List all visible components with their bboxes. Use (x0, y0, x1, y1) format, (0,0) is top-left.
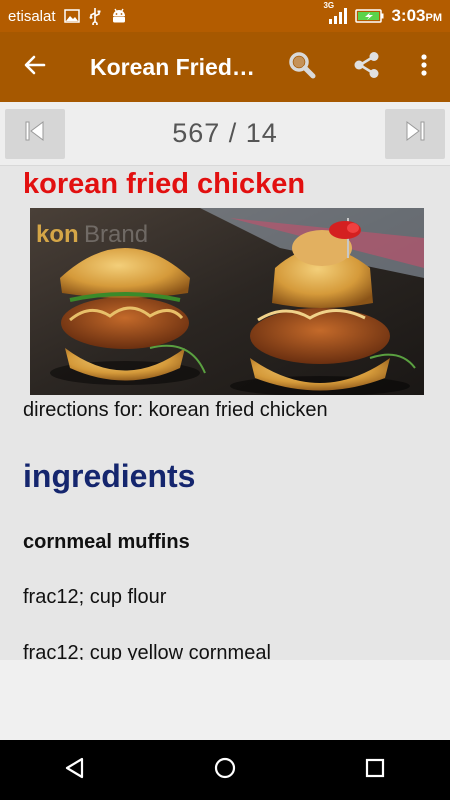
carrier-label: etisalat (8, 7, 56, 25)
ingredient-item: frac12; cup flour (23, 586, 167, 608)
screen: etisalat 3G 3:03PM Korean Fried… 567 / 1… (0, 0, 450, 800)
next-recipe-button[interactable] (385, 108, 445, 159)
ingredient-item: frac12; cup yellow cornmeal (23, 642, 271, 660)
recents-square-icon (364, 757, 386, 784)
more-options-button[interactable] (398, 32, 450, 102)
recipe-content[interactable]: korean fried chicken kon Brand direction… (0, 166, 450, 660)
back-arrow-icon (23, 53, 47, 82)
back-triangle-icon (63, 756, 87, 785)
system-nav-bar (0, 740, 450, 800)
battery-charging-icon (355, 8, 385, 24)
network-type-label: 3G (323, 1, 335, 10)
more-vert-icon (420, 53, 428, 82)
image-icon (63, 9, 80, 23)
ingredient-section-title: cornmeal muffins (23, 531, 190, 553)
previous-recipe-button[interactable] (5, 108, 65, 159)
svg-text:kon: kon (36, 221, 79, 248)
android-debug-icon (110, 7, 128, 25)
status-bar: etisalat 3G 3:03PM (0, 0, 450, 32)
clock-time: 3:03 (391, 6, 426, 25)
svg-text:Brand: Brand (84, 221, 148, 248)
app-title: Korean Fried… (90, 53, 255, 80)
pager: 567 / 14 (0, 102, 450, 166)
signal-icon: 3G (323, 1, 349, 25)
skip-next-icon (403, 119, 427, 148)
ingredients-heading: ingredients (23, 458, 196, 494)
blank-area (0, 660, 450, 740)
recipe-image: kon Brand (30, 208, 424, 395)
search-icon (287, 50, 317, 85)
clock: 3:03PM (391, 6, 442, 26)
nav-back-button[interactable] (35, 740, 115, 800)
skip-previous-icon (23, 119, 47, 148)
nav-recents-button[interactable] (335, 740, 415, 800)
home-circle-icon (213, 756, 237, 785)
clock-ampm: PM (425, 12, 443, 24)
app-bar: Korean Fried… (0, 32, 450, 102)
directions-text: directions for: korean fried chicken (23, 399, 328, 421)
recipe-title: korean fried chicken (23, 168, 306, 200)
usb-icon (88, 7, 102, 25)
pager-count: 567 / 14 (172, 118, 278, 148)
share-icon (351, 50, 381, 85)
share-button[interactable] (334, 32, 398, 102)
nav-home-button[interactable] (185, 740, 265, 800)
back-button[interactable] (0, 32, 70, 102)
search-button[interactable] (270, 32, 334, 102)
